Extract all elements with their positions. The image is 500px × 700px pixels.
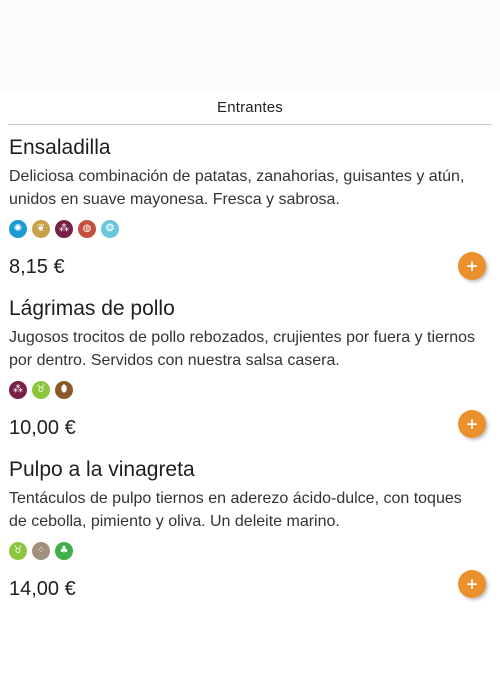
section-title: Entrantes [216,98,283,116]
menu-item: Lágrimas de pollo Jugosos trocitos de po… [0,286,500,447]
mustard-icon: ♉ [9,542,27,560]
sulphites-icon: ⁂ [9,381,27,399]
item-description: Deliciosa combinación de patatas, zanaho… [9,168,465,208]
menu-item: Ensaladilla Deliciosa combinación de pat… [0,125,500,286]
celery-icon: ♣ [55,542,73,560]
item-title: Pulpo a la vinagreta [9,458,195,481]
gluten-icon: ❦ [32,220,50,238]
item-title: Lágrimas de pollo [9,297,175,320]
top-band [0,0,500,90]
item-price: 10,00 € [9,417,76,439]
add-to-order-button[interactable]: + [458,570,486,598]
crustacean-icon: ✺ [9,220,27,238]
peanut-icon: ⬮ [55,381,73,399]
egg-icon: ◍ [78,220,96,238]
sesame-icon: ⁘ [32,542,50,560]
menu-item: Pulpo a la vinagreta Tentáculos de pulpo… [0,447,500,608]
section-header: Entrantes [8,90,492,125]
allergen-list: ✺ ❦ ⁂ ◍ ❂ [9,220,491,238]
item-description: Tentáculos de pulpo tiernos en aderezo á… [9,490,462,530]
sulphites-icon: ⁂ [55,220,73,238]
mollusc-icon: ❂ [101,220,119,238]
item-title: Ensaladilla [9,136,111,159]
add-to-order-button[interactable]: + [458,252,486,280]
add-to-order-button[interactable]: + [458,410,486,438]
item-price: 8,15 € [9,256,65,278]
item-description: Jugosos trocitos de pollo rebozados, cru… [9,329,476,369]
allergen-list: ♉ ⁘ ♣ [9,542,491,560]
item-price: 14,00 € [9,578,76,600]
allergen-list: ⁂ ♉ ⬮ [9,381,491,399]
mustard-icon: ♉ [32,381,50,399]
